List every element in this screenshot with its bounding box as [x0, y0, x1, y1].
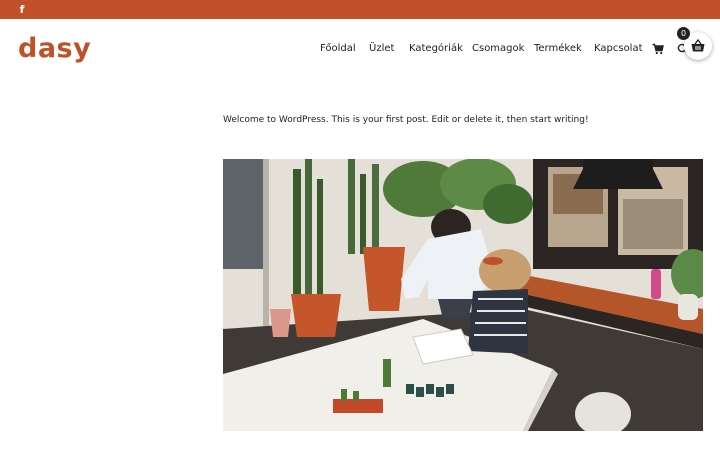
- basket-icon: [691, 38, 705, 52]
- office-photo-illustration: [223, 159, 703, 431]
- nav-item-packages[interactable]: Csomagok: [472, 42, 524, 56]
- nav-item-home[interactable]: Főoldal: [320, 42, 356, 56]
- nav-item-contact[interactable]: Kapcsolat: [594, 42, 643, 56]
- post-featured-image[interactable]: [223, 159, 703, 431]
- nav-item-categories[interactable]: Kategóriák: [409, 42, 463, 56]
- site-logo[interactable]: dasy: [18, 32, 91, 66]
- post-excerpt: Welcome to WordPress. This is your first…: [223, 115, 589, 125]
- cart-count-badge: 0: [677, 27, 690, 40]
- nav-item-products[interactable]: Termékek: [534, 42, 582, 56]
- top-bar: f: [0, 0, 720, 19]
- cart-icon[interactable]: [652, 42, 664, 55]
- nav-item-shop[interactable]: Üzlet: [369, 42, 394, 56]
- site-header: dasy Főoldal Üzlet Kategóriák Csomagok T…: [0, 19, 720, 81]
- facebook-icon[interactable]: f: [17, 3, 27, 16]
